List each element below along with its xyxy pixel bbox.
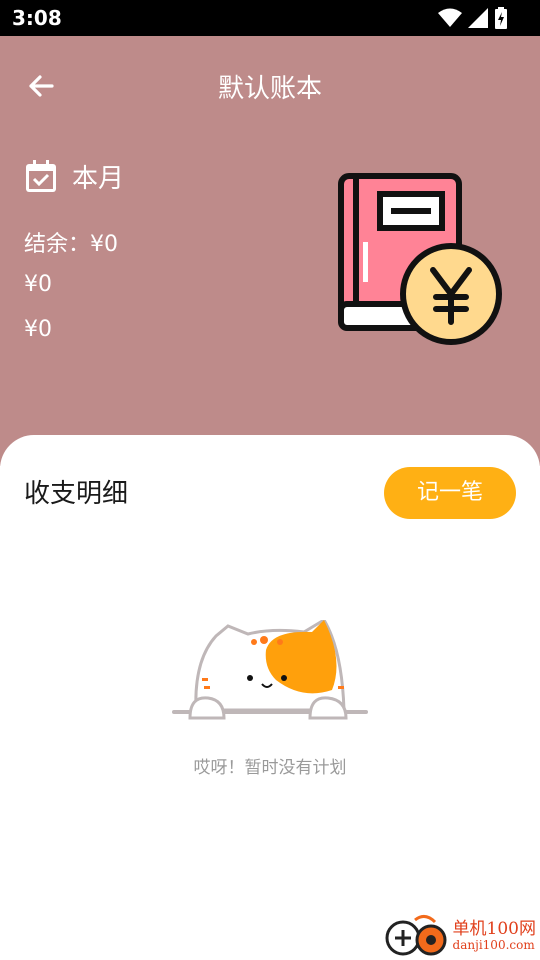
ledger-summary-header: 默认账本 本月 结余：¥0 ¥0 ¥0 [0,36,540,466]
ledger-book-yuan-icon [338,173,502,345]
wifi-icon [438,8,462,27]
period-label: 本月 [72,164,125,194]
watermark-url: danji100.com [452,937,535,952]
peeking-cat-icon [172,620,368,720]
status-icons [438,6,508,30]
details-sheet: 收支明细 记一笔 哎呀！暂时没有计划 [0,435,540,960]
watermark-brand: 单机100网 [452,918,536,939]
expense-value: ¥0 [24,317,52,342]
empty-state-text: 哎呀！暂时没有计划 [193,758,347,778]
period-selector[interactable]: 本月 [24,158,124,195]
danji100-logo-icon [385,915,447,956]
signal-icon [468,8,488,28]
watermark: 单机100网 danji100.com [385,914,536,958]
page-title: 默认账本 [217,74,322,104]
section-title: 收支明细 [24,479,129,509]
income-value: ¥0 [24,272,52,297]
calendar-check-icon [26,159,56,192]
add-record-button[interactable]: 记一笔 [384,467,516,519]
battery-charging-icon [495,7,507,29]
status-time: 3:08 [12,6,62,30]
status-bar: 3:08 [0,0,540,36]
balance-value: 结余：¥0 [24,232,118,257]
